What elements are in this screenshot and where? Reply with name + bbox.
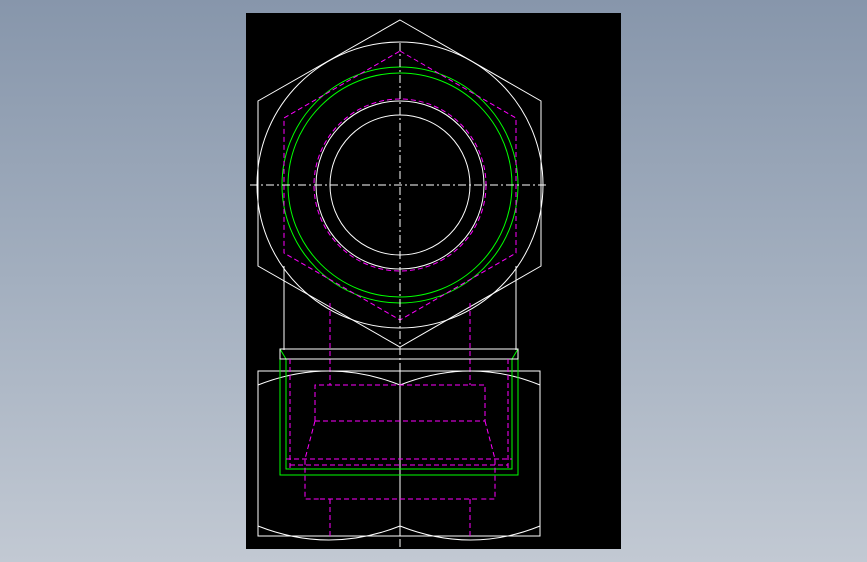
hidden-taper-left <box>304 420 320 500</box>
front-view <box>257 348 541 541</box>
top-view <box>250 19 548 549</box>
thread-section-outer <box>279 348 519 476</box>
cad-drawing <box>250 19 548 549</box>
thread-chamfer-right <box>511 348 519 360</box>
hidden-taper-right <box>480 420 496 500</box>
thread-chamfer-left <box>279 348 287 360</box>
top-band <box>279 348 519 360</box>
hex-body <box>257 370 541 537</box>
thread-section-inner <box>285 358 513 470</box>
top-chamfer-arcs <box>257 370 541 386</box>
cad-drawing-viewport[interactable] <box>246 13 621 549</box>
bottom-chamfer-arcs <box>257 525 541 541</box>
